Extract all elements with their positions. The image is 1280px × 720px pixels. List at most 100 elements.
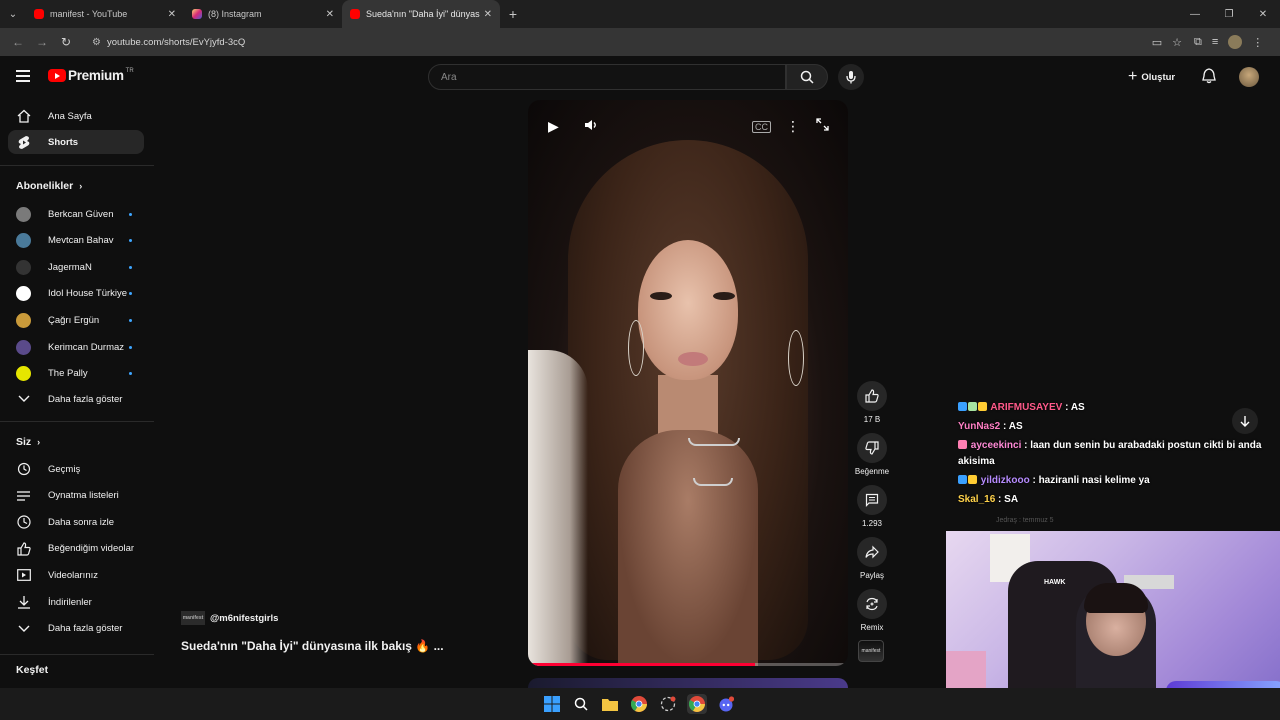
forward-icon[interactable]: → (30, 30, 54, 54)
sidebar-subscription-item[interactable]: Kerimcan Durmaz (8, 335, 144, 359)
chrome-active-icon[interactable] (687, 694, 707, 714)
browser-menu-icon[interactable]: ⋮ (1252, 36, 1263, 49)
sound-thumbnail[interactable]: manifest (858, 640, 884, 662)
scroll-down-button[interactable] (1232, 408, 1258, 434)
account-avatar[interactable] (1239, 67, 1259, 87)
back-icon[interactable]: ← (6, 30, 30, 54)
taskbar-search-icon[interactable] (571, 694, 591, 714)
sidebar-item-download[interactable]: İndirilenler (8, 590, 144, 614)
new-content-dot (129, 318, 132, 322)
tab-shorts-active[interactable]: Sueda'nın "Daha İyi" dünyasına ✕ (342, 0, 500, 28)
reload-icon[interactable]: ↻ (54, 30, 78, 54)
chat-username: ARIFMUSAYEV (990, 402, 1063, 413)
minimize-icon[interactable]: — (1178, 0, 1212, 28)
sidebar-subscription-item[interactable]: Çağrı Ergün (8, 308, 144, 332)
sidebar-item-label: JagermaN (48, 261, 92, 273)
chevron-right-icon: › (37, 437, 41, 447)
extensions-icon[interactable]: ⧉ (1194, 36, 1202, 49)
close-window-icon[interactable]: ✕ (1246, 0, 1280, 28)
sidebar-subscription-item[interactable]: The Pally (8, 362, 144, 386)
sidebar-item-video[interactable]: Videolarınız (8, 563, 144, 587)
create-button[interactable]: + Oluştur (1128, 68, 1175, 86)
sidebar-item-home[interactable]: Ana Sayfa (8, 104, 144, 128)
chair-brand-logo: HAWK (1044, 579, 1066, 586)
sidebar-item-clock[interactable]: Daha sonra izle (8, 510, 144, 534)
video-subject (628, 320, 644, 376)
sidebar-subscription-item[interactable]: Idol House Türkiye (8, 282, 144, 306)
sound-thumbnail-text: manifest (861, 648, 881, 654)
more-options-icon[interactable]: ⋮ (786, 118, 800, 135)
windows-start-icon[interactable] (542, 694, 562, 714)
app-icon[interactable] (658, 694, 678, 714)
fullscreen-icon[interactable] (816, 118, 829, 134)
sidebar-item-thumb-up[interactable]: Beğendiğim videolar (8, 537, 144, 561)
tab-youtube-manifest[interactable]: manifest - YouTube ✕ (26, 0, 184, 28)
dislike-button[interactable]: Beğenme (852, 433, 892, 476)
volume-icon[interactable] (584, 118, 598, 135)
next-short-preview[interactable] (528, 678, 848, 688)
search-button[interactable] (786, 64, 828, 90)
sidebar-item-label: Beğendiğim videolar (48, 543, 135, 555)
thumb-up-icon (16, 541, 32, 557)
youtube-premium-logo[interactable]: Premium TR (48, 68, 134, 83)
comment-count: 1.293 (861, 519, 883, 528)
channel-avatar (16, 233, 31, 249)
comment-icon (857, 485, 887, 515)
sidebar-item-history[interactable]: Geçmiş (8, 457, 144, 481)
profile-avatar[interactable] (1228, 35, 1243, 49)
play-icon[interactable]: ▶ (548, 118, 559, 135)
discord-icon[interactable] (716, 694, 736, 714)
channel-link[interactable]: manifest @m6nifestgirls (181, 611, 278, 625)
sidebar-subscription-item[interactable]: Berkcan Güven (8, 202, 144, 226)
like-button[interactable]: 17 B (852, 381, 892, 424)
chat-username: ayceekinci (970, 440, 1022, 451)
site-settings-icon[interactable]: ⚙ (92, 37, 101, 48)
sidebar-item-shorts[interactable]: Shorts (8, 130, 144, 154)
sidebar-item-label: Daha fazla göster (48, 393, 123, 405)
channel-avatar (16, 366, 31, 382)
search-input[interactable]: Ara (428, 64, 786, 90)
voice-search-button[interactable] (838, 64, 864, 90)
shorts-video-player[interactable]: ▶ CC ⋮ (528, 100, 848, 666)
sidebar-item-label: Shorts (48, 136, 79, 148)
sidebar-subscription-item[interactable]: Mevtcan Bahav (8, 229, 144, 253)
short-title[interactable]: Sueda'nın "Daha İyi" dünyasına ilk bakış… (181, 639, 444, 653)
media-controls-icon[interactable]: ≡ (1212, 36, 1218, 48)
tab-search-chevron-icon[interactable]: ⌄ (0, 0, 26, 28)
share-button[interactable]: Paylaş (852, 537, 892, 580)
remix-button[interactable]: Remix (852, 589, 892, 632)
close-icon[interactable]: ✕ (168, 9, 176, 20)
sidebar-item-chevron-down[interactable]: Daha fazla göster (8, 617, 144, 641)
comments-button[interactable]: 1.293 (852, 485, 892, 528)
notifications-bell-icon[interactable] (1202, 68, 1216, 89)
channel-handle[interactable]: @m6nifestgirls (210, 613, 278, 624)
crown-icon (978, 402, 987, 411)
new-content-dot (129, 265, 132, 269)
badge-icon (958, 475, 967, 484)
you-heading[interactable]: Siz › (16, 436, 40, 448)
video-subject (688, 438, 740, 446)
menu-icon[interactable] (16, 70, 30, 82)
video-progress-bar[interactable] (528, 663, 848, 666)
channel-avatar (16, 286, 31, 302)
close-icon[interactable]: ✕ (484, 9, 492, 20)
chat-message: YunNas2 : AS (958, 421, 1023, 432)
sidebar-show-more-subs[interactable]: Daha fazla göster (8, 387, 144, 411)
channel-avatar (16, 259, 31, 275)
captions-icon[interactable]: CC (752, 121, 771, 133)
sidebar-item-playlist[interactable]: Oynatma listeleri (8, 484, 144, 508)
subscriptions-heading[interactable]: Abonelikler › (16, 180, 82, 192)
chevron-down-icon (16, 621, 32, 637)
tab-instagram[interactable]: (8) Instagram ✕ (184, 0, 342, 28)
bookmark-star-icon[interactable]: ☆ (1172, 36, 1182, 49)
restore-icon[interactable]: ❐ (1212, 0, 1246, 28)
sidebar-subscription-item[interactable]: JagermaN (8, 255, 144, 279)
channel-avatar[interactable]: manifest (181, 611, 205, 625)
cast-icon[interactable]: ▭ (1152, 36, 1162, 49)
thumb-up-icon (857, 381, 887, 411)
chrome-icon[interactable] (629, 694, 649, 714)
new-tab-button[interactable]: + (500, 6, 526, 22)
file-explorer-icon[interactable] (600, 694, 620, 714)
address-bar[interactable]: ⚙ youtube.com/shorts/EvYjyfd-3cQ ▭ ☆ (86, 31, 1186, 53)
close-icon[interactable]: ✕ (326, 9, 334, 20)
